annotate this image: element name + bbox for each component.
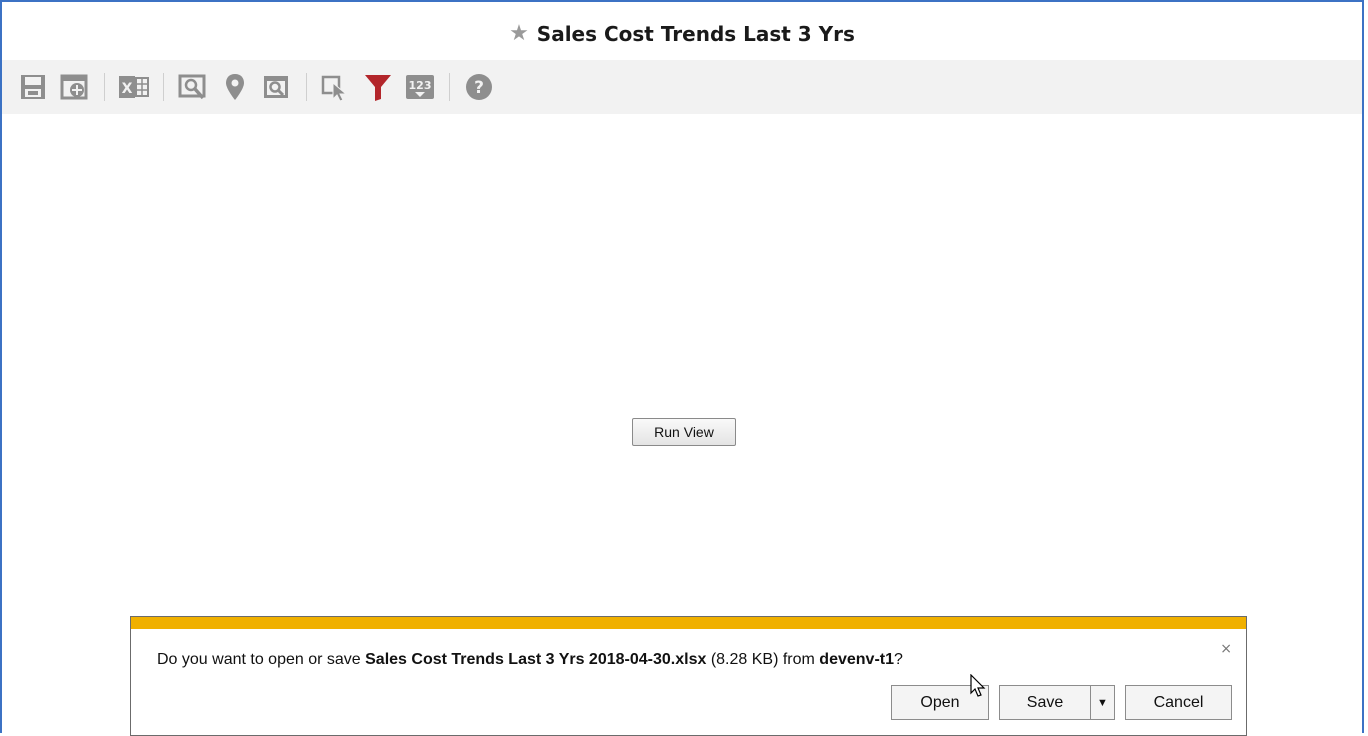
number-format-icon[interactable]: 123 (403, 70, 437, 104)
download-message: Do you want to open or save Sales Cost T… (157, 651, 903, 669)
toolbar-separator (163, 73, 164, 101)
svg-text:X: X (122, 81, 133, 97)
help-icon[interactable]: ? (462, 70, 496, 104)
report-header: ★ Sales Cost Trends Last 3 Yrs (2, 16, 1362, 52)
message-suffix: ? (894, 651, 903, 668)
mouse-cursor-icon (970, 673, 986, 702)
favorite-star-icon[interactable]: ★ (509, 23, 529, 45)
toolbar-separator (104, 73, 105, 101)
add-dashboard-icon[interactable] (58, 70, 92, 104)
download-host: devenv-t1 (819, 651, 894, 668)
save-icon[interactable] (16, 70, 50, 104)
preview-icon[interactable] (260, 70, 294, 104)
download-notification-bar: × Do you want to open or save Sales Cost… (130, 616, 1247, 736)
select-pointer-icon[interactable] (319, 70, 353, 104)
close-icon[interactable]: × (1220, 641, 1232, 657)
toolbar-separator (449, 73, 450, 101)
excel-export-icon[interactable]: X (117, 70, 151, 104)
cancel-button[interactable]: Cancel (1125, 685, 1232, 720)
filter-icon[interactable] (361, 70, 395, 104)
run-view-button[interactable]: Run View (632, 418, 736, 446)
svg-text:?: ? (474, 78, 484, 98)
save-dropdown-button[interactable]: ▼ (1090, 685, 1115, 720)
app-window: ★ Sales Cost Trends Last 3 Yrs X 123 ? R… (0, 0, 1364, 736)
analyze-icon[interactable] (176, 70, 210, 104)
toolbar: X 123 ? (2, 60, 1362, 114)
map-pin-icon[interactable] (218, 70, 252, 104)
message-prefix: Do you want to open or save (157, 651, 366, 668)
chevron-down-icon: ▼ (1097, 696, 1108, 709)
save-button[interactable]: Save (999, 685, 1091, 720)
notification-accent-bar (131, 617, 1246, 629)
message-from: from (778, 651, 820, 668)
download-size: (8.28 KB) (710, 651, 779, 668)
svg-text:123: 123 (409, 79, 432, 92)
page-title: Sales Cost Trends Last 3 Yrs (536, 22, 855, 46)
download-filename: Sales Cost Trends Last 3 Yrs 2018-04-30.… (365, 651, 707, 668)
toolbar-separator (306, 73, 307, 101)
